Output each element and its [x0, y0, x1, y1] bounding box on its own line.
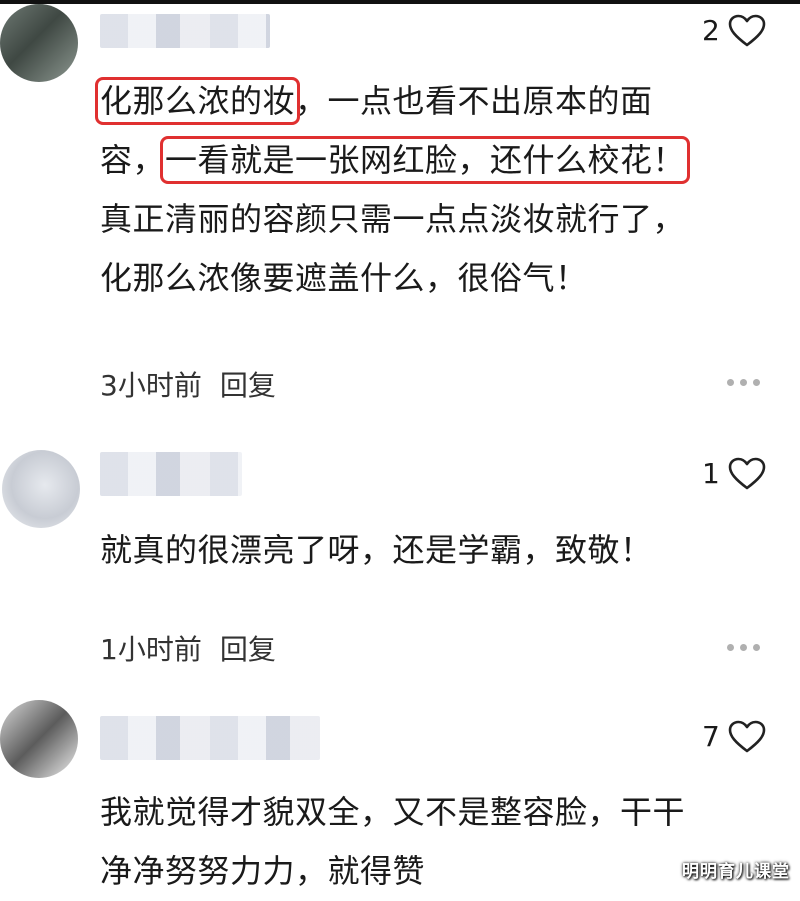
avatar[interactable] — [0, 4, 78, 82]
text-segment: 就真的很漂亮了呀，还是学霸，致敬！ — [100, 531, 653, 569]
comment-text: 就真的很漂亮了呀，还是学霸，致敬！ — [100, 521, 653, 580]
comment-line: 容，一看就是一张网红脸，还什么校花！ — [100, 131, 691, 190]
comment-line: 我就觉得才貌双全，又不是整容脸，干干 — [100, 783, 685, 842]
comment-meta: 3小时前 回复 — [100, 364, 276, 404]
comment-line: 净净努努力力，就得赞 — [100, 842, 685, 901]
like-control[interactable]: 2 — [702, 14, 766, 48]
like-count: 2 — [702, 14, 720, 47]
comment-line: 化那么浓的妆，一点也看不出原本的面 — [94, 72, 685, 131]
text-segment: 净净努努力力，就得赞 — [100, 852, 426, 890]
comment-line: 化那么浓像要遮盖什么，很俗气！ — [100, 249, 685, 308]
like-count: 1 — [702, 457, 720, 490]
like-control[interactable]: 1 — [702, 457, 766, 491]
timestamp: 1小时前 — [100, 633, 202, 666]
timestamp: 3小时前 — [100, 369, 202, 402]
highlighted-phrase: 一看就是一张网红脸，还什么校花！ — [160, 136, 691, 184]
heart-outline-icon[interactable] — [728, 14, 766, 48]
top-edge-bar — [0, 0, 800, 4]
like-control[interactable]: 7 — [702, 720, 766, 754]
username-blurred[interactable] — [100, 14, 270, 48]
comment-line: 就真的很漂亮了呀，还是学霸，致敬！ — [100, 521, 653, 580]
reply-button[interactable]: 回复 — [220, 364, 276, 404]
text-segment: 真正清丽的容颜只需一点点淡妆就行了， — [100, 200, 686, 238]
text-segment: 化那么浓像要遮盖什么，很俗气！ — [100, 259, 588, 297]
watermark: 明明育儿课堂 — [682, 862, 790, 882]
heart-outline-icon[interactable] — [728, 720, 766, 754]
heart-outline-icon[interactable] — [728, 457, 766, 491]
text-segment: 容， — [100, 141, 166, 179]
comment-line: 真正清丽的容颜只需一点点淡妆就行了， — [100, 190, 685, 249]
more-dots-icon[interactable] — [727, 644, 760, 651]
comment-text: 我就觉得才貌双全，又不是整容脸，干干 净净努努力力，就得赞 — [100, 783, 685, 901]
text-segment: 我就觉得才貌双全，又不是整容脸，干干 — [100, 793, 686, 831]
comment-text: 化那么浓的妆，一点也看不出原本的面 容，一看就是一张网红脸，还什么校花！ 真正清… — [94, 72, 691, 308]
comment-meta: 1小时前 回复 — [100, 628, 276, 668]
avatar[interactable] — [0, 700, 78, 778]
more-dots-icon[interactable] — [727, 379, 760, 386]
like-count: 7 — [702, 720, 720, 753]
reply-button[interactable]: 回复 — [220, 628, 276, 668]
username-blurred[interactable] — [100, 452, 242, 496]
avatar[interactable] — [2, 450, 80, 528]
text-segment: ，一点也看不出原本的面 — [295, 82, 653, 120]
highlighted-phrase: 化那么浓的妆 — [94, 77, 301, 125]
username-blurred[interactable] — [100, 716, 320, 760]
